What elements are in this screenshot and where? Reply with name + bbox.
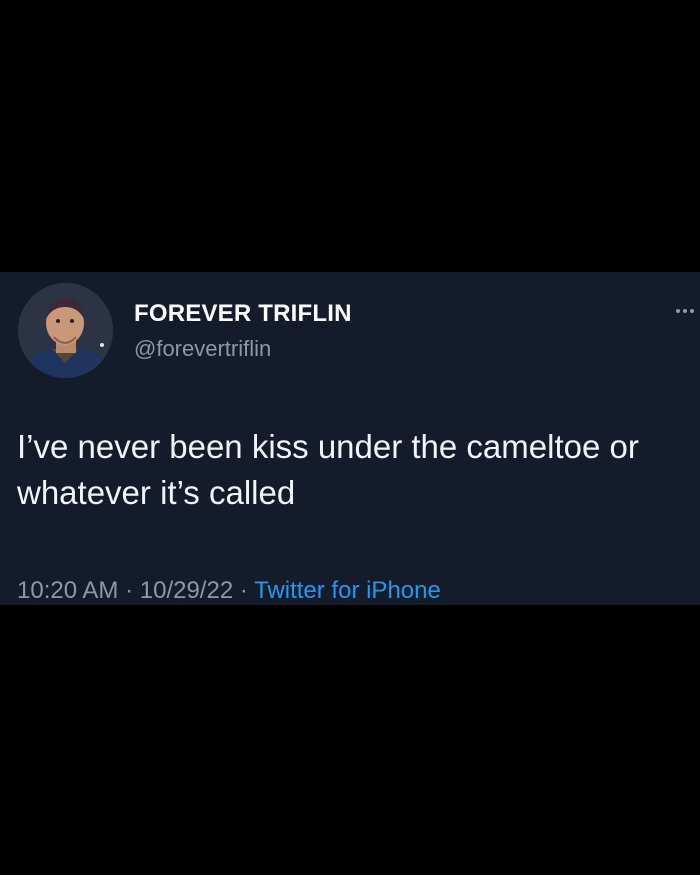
more-options-icon[interactable] — [674, 306, 694, 316]
meta-separator: · — [125, 577, 134, 604]
tweet-time[interactable]: 10:20 AM — [17, 577, 118, 604]
avatar[interactable] — [18, 283, 113, 378]
meta-separator: · — [239, 577, 248, 604]
display-name[interactable]: FOREVER TRIFLIN — [134, 300, 352, 328]
tweet-text: I’ve never been kiss under the cameltoe … — [17, 428, 639, 511]
user-handle[interactable]: @forevertriflin — [134, 336, 271, 362]
tweet-date[interactable]: 10/29/22 — [140, 577, 233, 604]
tweet-source-link[interactable]: Twitter for iPhone — [254, 577, 441, 604]
tweet-card: FOREVER TRIFLIN @forevertriflin I’ve nev… — [0, 272, 700, 605]
tweet-meta: 10:20 AM · 10/29/22 · Twitter for iPhone — [17, 577, 441, 605]
avatar-image — [18, 283, 113, 378]
